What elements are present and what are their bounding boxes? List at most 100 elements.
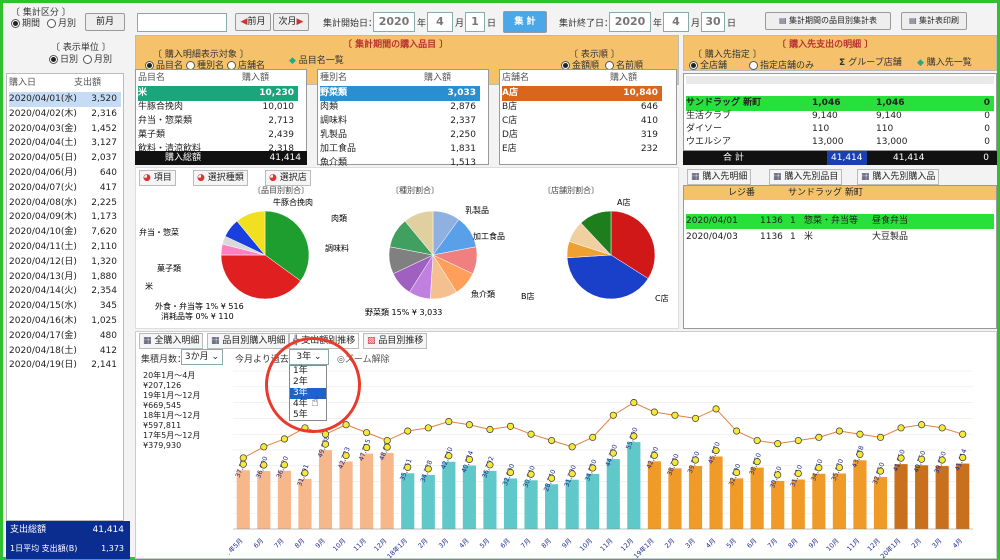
daily-amount: 640 (99, 168, 117, 178)
daily-row[interactable]: 2020/04/16(木) 1,025 (9, 314, 121, 329)
stores-table[interactable]: 店舗名 購入額 A店 10,840 B店 646 C店 410 D店 319 E店 232 (499, 69, 677, 165)
average-point (671, 411, 679, 419)
x-tick-label: 12月 (619, 537, 635, 553)
daily-row[interactable]: 2020/04/15(水) 345 (9, 299, 121, 314)
store-radio-all[interactable]: 全店舗 (689, 58, 727, 71)
table-row[interactable]: 加工食品 1,831 (320, 142, 480, 157)
tab-all-purchases[interactable]: ▦ 全購入明細 (139, 333, 204, 349)
start-month-field[interactable]: 4 (427, 12, 453, 32)
table-row[interactable]: B店 646 (502, 100, 662, 115)
calculate-button[interactable]: 集 計 (503, 11, 547, 33)
daily-row[interactable]: 2020/04/03(金) 1,452 (9, 122, 121, 137)
daily-row[interactable]: 2020/04/14(火) 2,354 (9, 284, 121, 299)
daily-row[interactable]: 2020/04/11(土) 2,110 (9, 240, 121, 255)
pie2-label-a: 肉類 (331, 213, 347, 223)
store-tab-items[interactable]: ▦ 購入先別品目 (769, 169, 843, 185)
pie3-label-a: A店 (617, 197, 630, 207)
store-radio-specific[interactable]: 指定店舗のみ (749, 58, 814, 71)
x-tick-label: 7月 (519, 537, 532, 550)
average-value: 1,373 (101, 544, 124, 553)
radio-icon (689, 61, 698, 70)
period-radio-range[interactable]: 期間 (11, 16, 40, 29)
daily-row[interactable]: 2020/04/04(土) 3,127 (9, 136, 121, 151)
table-row[interactable]: 弁当・惣菜類 2,713 (138, 114, 298, 129)
average-point (815, 433, 823, 441)
x-tick-label: 11月 (352, 537, 368, 553)
daily-row[interactable]: 2020/04/07(火) 417 (9, 181, 121, 196)
bar-point (568, 470, 576, 478)
table-row[interactable]: 調味料 2,337 (320, 114, 480, 129)
daily-row[interactable]: 2020/04/13(月) 1,880 (9, 270, 121, 285)
table-row[interactable]: A店 10,840 (502, 86, 662, 101)
daily-row[interactable]: 2020/04/05(日) 2,037 (9, 151, 121, 166)
period-report-button[interactable]: ▤ 集計期間の品目別集計表 (765, 12, 891, 30)
daily-row[interactable]: 2020/04/06(月) 640 (9, 166, 121, 181)
prev-button[interactable]: ◀前月 (235, 13, 271, 31)
row-amount: 232 (640, 144, 658, 154)
bar-point (260, 461, 268, 469)
store-tab-detail[interactable]: ▦ 購入先明細 (687, 169, 752, 185)
prev-month-small-button[interactable]: 前月 (85, 13, 125, 31)
daily-row[interactable]: 2020/04/02(木) 2,316 (9, 107, 121, 122)
x-tick-label: 10月 (578, 537, 594, 553)
table-row[interactable]: 肉類 2,876 (320, 100, 480, 115)
store-row[interactable]: ウエルシア 13,000 13,000 0 (686, 135, 994, 150)
months-label: 集積月数： (141, 355, 187, 365)
period-radio-month[interactable]: 月別 (47, 16, 76, 29)
daily-row[interactable]: 2020/04/01(水) 3,520 (9, 92, 121, 107)
item-list-button[interactable]: ◆ 品目名一覧 (289, 53, 344, 66)
month-select-field[interactable] (137, 13, 227, 32)
bar-point (671, 458, 679, 466)
table-row[interactable]: 野菜類 3,033 (320, 86, 480, 101)
daily-row[interactable]: 2020/04/09(木) 1,173 (9, 210, 121, 225)
table-row[interactable]: 乳製品 2,250 (320, 128, 480, 143)
table-row[interactable]: D店 319 (502, 128, 662, 143)
detail-row[interactable]: 2020/04/01 1136 1 惣菜・弁当等 昼食弁当 (686, 214, 994, 229)
end-year-field[interactable]: 2020 (609, 12, 651, 32)
x-tick-label: 12月 (372, 537, 388, 553)
next-button[interactable]: 次月▶ (273, 13, 309, 31)
bar-point (733, 468, 741, 476)
table-row[interactable]: 牛豚合挽肉 10,010 (138, 100, 298, 115)
start-day-field[interactable]: 1 (465, 12, 485, 32)
trend-bar (442, 461, 456, 529)
daily-row[interactable]: 2020/04/18(土) 412 (9, 344, 121, 359)
pie2-note: 野菜類 15% ¥ 3,033 (365, 307, 442, 317)
daily-row[interactable]: 2020/04/10(金) 7,620 (9, 225, 121, 240)
store-list-button[interactable]: ◆ 購入先一覧 (917, 55, 972, 68)
daily-list[interactable]: 購入日 支出額 2020/04/01(水) 3,520 2020/04/02(木) 2,… (6, 73, 124, 521)
bar-point (321, 440, 330, 448)
daily-row[interactable]: 2020/04/12(日) 1,320 (9, 255, 121, 270)
table-row[interactable]: C店 410 (502, 114, 662, 129)
pie1-label-a: 弁当・惣菜 (139, 227, 179, 237)
store-table[interactable]: サンドラッグ 新町 1,046 1,046 0 生活クラブ 9,140 9,140 0 ダイソー… (683, 73, 997, 151)
end-month-field[interactable]: 4 (663, 12, 689, 32)
detail-row[interactable]: 2020/04/03 1136 1 米 大豆製品 (686, 230, 994, 245)
daily-row[interactable]: 2020/04/17(金) 480 (9, 329, 121, 344)
unit-radio-month[interactable]: 月別 (83, 52, 112, 65)
tab-item-trend[interactable]: ▧ 品目別推移 (363, 333, 428, 349)
daily-row[interactable]: 2020/04/19(日) 2,141 (9, 358, 121, 373)
x-tick-label: 3月 (930, 537, 943, 550)
months-select[interactable]: 3か月 ⌄ (181, 349, 223, 365)
categories-table[interactable]: 種別名 購入額 野菜類 3,033 肉類 2,876 調味料 2,337 乳製品 2,250 加工… (317, 69, 489, 168)
table-row[interactable]: E店 232 (502, 142, 662, 157)
group-store-button[interactable]: Σ グループ店舗 (839, 55, 902, 68)
daily-row[interactable]: 2020/04/08(水) 2,225 (9, 196, 121, 211)
pie1-note1: 外食・弁当等 1% ¥ 516 (155, 301, 244, 311)
end-day-field[interactable]: 30 (701, 12, 725, 32)
print-button[interactable]: ▤ 集計表印刷 (901, 12, 967, 30)
table-row[interactable]: 菓子類 2,439 (138, 128, 298, 143)
average-point (876, 433, 885, 441)
average-point (363, 429, 371, 437)
pie2-title: 〔種別割合〕 (391, 185, 439, 195)
table-row[interactable]: 米 10,230 (138, 86, 298, 101)
average-point (691, 414, 700, 422)
unit-radio-day[interactable]: 日別 (49, 52, 78, 65)
detail-q: 1 (790, 216, 796, 226)
daily-amount: 417 (99, 182, 117, 193)
store-detail-table[interactable]: レジ番 サンドラッグ 新町 2020/04/01 1136 1 惣菜・弁当等 昼食弁当 2… (683, 185, 997, 329)
start-year-field[interactable]: 2020 (373, 12, 415, 32)
tab-item-purchases[interactable]: ▦ 品目別購入明細 (207, 333, 290, 349)
store-tab-purchases[interactable]: ▦ 購入先別購入品 (857, 169, 940, 185)
